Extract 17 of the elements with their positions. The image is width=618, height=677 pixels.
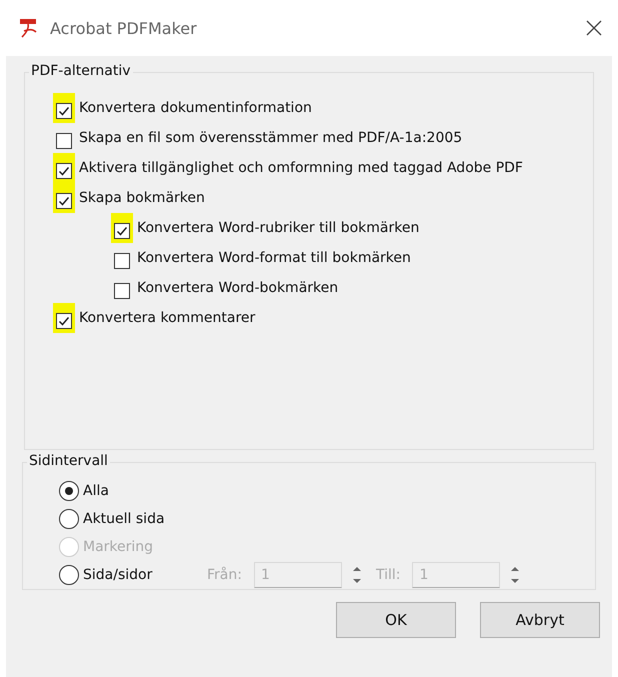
- field-label: Till:: [376, 567, 400, 583]
- checkbox-label: Aktivera tillgänglighet och omformning med taggad Adobe PDF: [79, 160, 523, 176]
- checkbox-label: Konvertera kommentarer: [79, 310, 256, 326]
- field-label: Från:: [207, 567, 242, 583]
- checkbox-label: Skapa bokmärken: [79, 190, 205, 206]
- checkbox-label: Konvertera Word-rubriker till bokmärken: [137, 220, 420, 236]
- ok-button[interactable]: OK: [336, 602, 456, 638]
- checkbox-label: Konvertera dokumentinformation: [79, 100, 312, 116]
- checkbox-label: Konvertera Word-bokmärken: [137, 280, 338, 296]
- checkbox-label: Konvertera Word-format till bokmärken: [137, 250, 411, 266]
- radio-label: Aktuell sida: [83, 511, 166, 527]
- checkbox-label: Skapa en fil som överensstämmer med PDF/A-1a:2005: [79, 130, 462, 146]
- radio-label: Markering: [83, 539, 154, 555]
- radio-label: Sida/sidor: [83, 567, 154, 583]
- radio-label: Alla: [83, 483, 110, 499]
- cancel-button[interactable]: Avbryt: [480, 602, 600, 638]
- window-title: Acrobat PDFMaker: [50, 18, 198, 38]
